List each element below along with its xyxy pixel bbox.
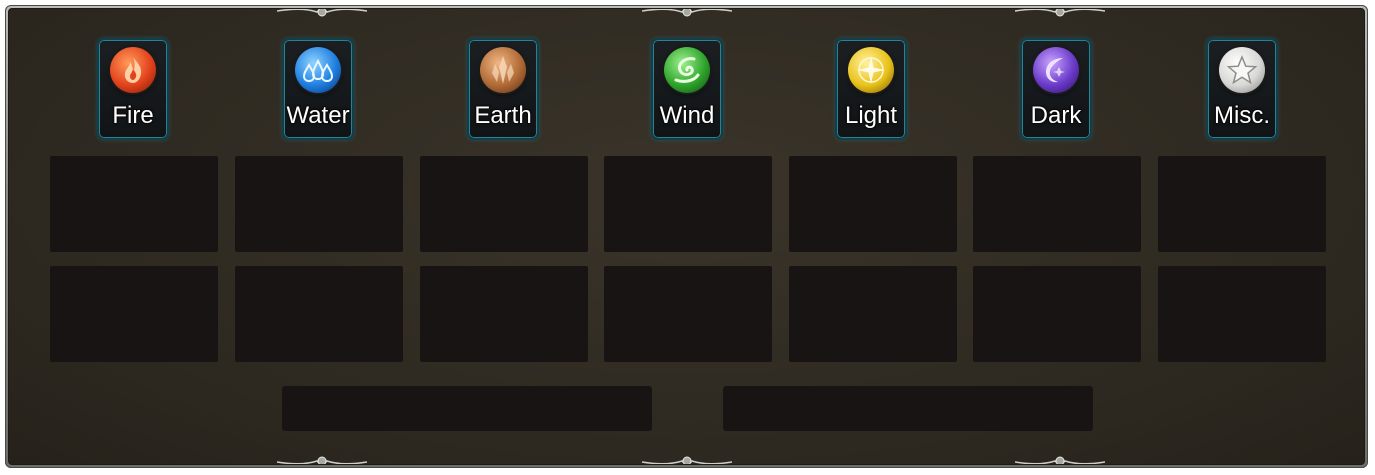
item-slot[interactable] xyxy=(50,266,218,362)
panel-frame: Fire Water Earth Wind Light Dark Misc. xyxy=(5,5,1368,468)
frame-ornament-icon xyxy=(277,9,367,17)
element-button-dark[interactable]: Dark xyxy=(1020,38,1092,140)
element-button-misc[interactable]: Misc. xyxy=(1206,38,1278,140)
frame-ornament-icon xyxy=(277,456,367,464)
element-button-water[interactable]: Water xyxy=(282,38,354,140)
action-bar-right[interactable] xyxy=(723,386,1093,431)
element-button-wind[interactable]: Wind xyxy=(651,38,723,140)
item-slot[interactable] xyxy=(604,156,772,252)
item-slot[interactable] xyxy=(1158,156,1326,252)
item-slot[interactable] xyxy=(789,266,957,362)
frame-ornament-icon xyxy=(1015,9,1105,17)
element-label: Fire xyxy=(112,102,154,129)
frame-ornament-icon xyxy=(1015,456,1105,464)
frame-ornament-icon xyxy=(642,9,732,17)
item-slot[interactable] xyxy=(973,266,1141,362)
element-label: Light xyxy=(844,102,898,129)
item-slot[interactable] xyxy=(973,156,1141,252)
element-button-earth[interactable]: Earth xyxy=(467,38,539,140)
item-slot[interactable] xyxy=(420,266,588,362)
item-slot[interactable] xyxy=(789,156,957,252)
element-label: Misc. xyxy=(1214,102,1270,129)
water-icon xyxy=(295,47,341,93)
fire-icon xyxy=(110,47,156,93)
element-label: Earth xyxy=(474,102,532,129)
action-bar-left[interactable] xyxy=(282,386,652,431)
item-slot[interactable] xyxy=(235,266,403,362)
item-slot[interactable] xyxy=(604,266,772,362)
element-label: Dark xyxy=(1030,102,1082,129)
light-icon xyxy=(848,47,894,93)
item-slot[interactable] xyxy=(420,156,588,252)
wind-icon xyxy=(664,47,710,93)
element-panel: Fire Water Earth Wind Light Dark Misc. xyxy=(8,8,1365,465)
element-button-fire[interactable]: Fire xyxy=(97,38,169,140)
star-icon xyxy=(1219,47,1265,93)
item-slot[interactable] xyxy=(1158,266,1326,362)
frame-ornament-icon xyxy=(642,456,732,464)
element-label: Wind xyxy=(659,102,715,129)
earth-icon xyxy=(480,47,526,93)
item-slot[interactable] xyxy=(235,156,403,252)
item-slot[interactable] xyxy=(50,156,218,252)
element-label: Water xyxy=(286,102,350,129)
element-button-light[interactable]: Light xyxy=(835,38,907,140)
dark-icon xyxy=(1033,47,1079,93)
